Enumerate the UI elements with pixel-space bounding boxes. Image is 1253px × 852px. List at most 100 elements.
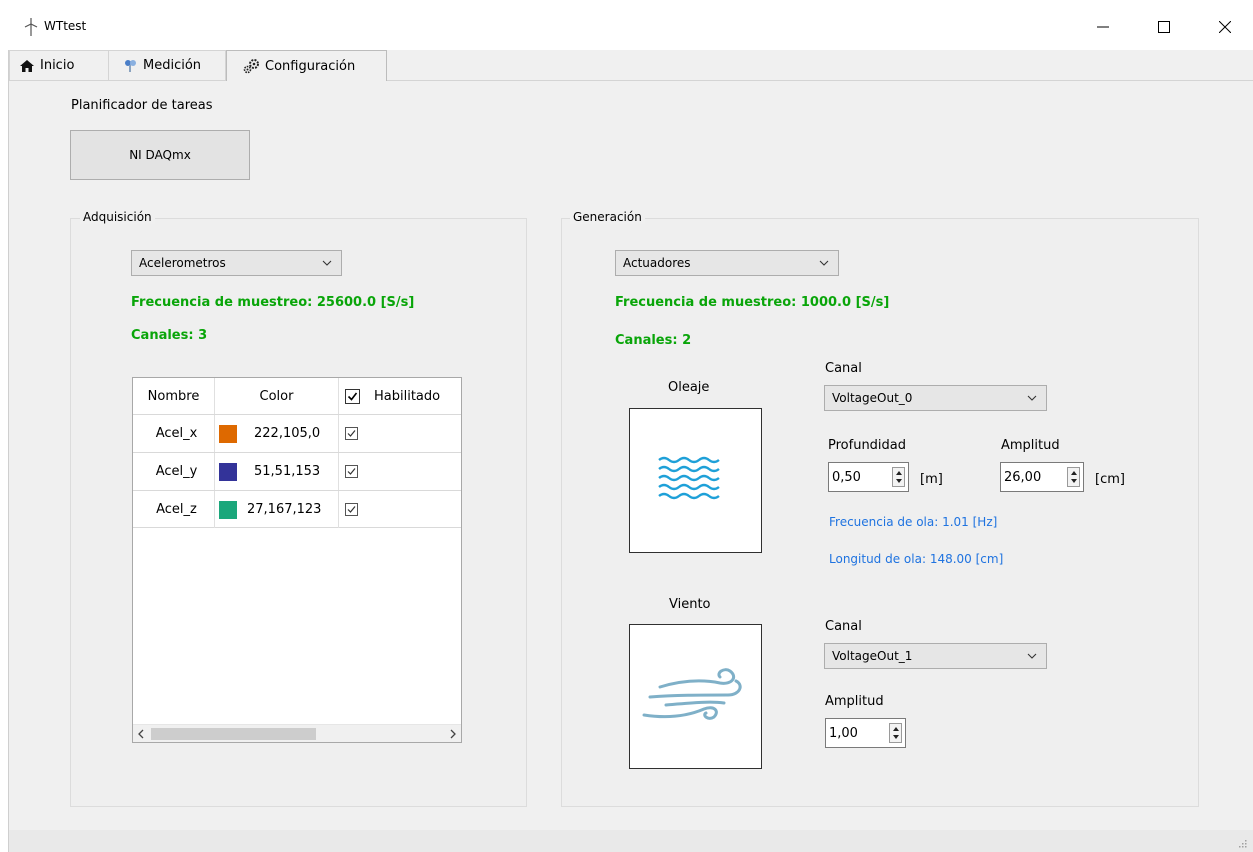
depth-label: Profundidad bbox=[828, 438, 907, 453]
cell-enabled[interactable] bbox=[339, 415, 461, 452]
cell-name: Acel_x bbox=[133, 415, 215, 452]
column-header-color[interactable]: Color bbox=[215, 378, 339, 414]
color-value: 51,51,153 bbox=[254, 464, 321, 479]
tab-label: Inicio bbox=[40, 58, 75, 73]
spin-down-icon[interactable] bbox=[1070, 478, 1078, 484]
enabled-checkbox[interactable] bbox=[345, 427, 358, 440]
title-bar bbox=[0, 0, 1253, 50]
close-button[interactable] bbox=[1202, 10, 1248, 44]
generation-group-title: Generación bbox=[570, 210, 645, 224]
wind-icon bbox=[642, 668, 742, 720]
window-border-line bbox=[8, 50, 9, 852]
color-swatch bbox=[219, 500, 237, 519]
waves-amplitude-unit: [cm] bbox=[1095, 472, 1125, 487]
spin-buttons[interactable] bbox=[892, 467, 905, 487]
close-icon bbox=[1219, 21, 1231, 33]
select-value: Actuadores bbox=[623, 256, 691, 270]
depth-spinbox[interactable]: 0,50 bbox=[828, 462, 909, 492]
tab-label: Configuración bbox=[265, 58, 356, 74]
maximize-icon bbox=[1158, 21, 1170, 33]
tab-inicio[interactable]: Inicio bbox=[9, 50, 109, 80]
waves-channel-label: Canal bbox=[825, 361, 862, 376]
acquisition-group-title: Adquisición bbox=[80, 210, 155, 224]
column-header-name[interactable]: Nombre bbox=[133, 378, 215, 414]
spin-up-icon[interactable] bbox=[892, 726, 900, 732]
horizontal-scrollbar[interactable] bbox=[133, 724, 461, 742]
minimize-button[interactable] bbox=[1080, 10, 1126, 44]
generation-channel-count: Canales: 2 bbox=[615, 333, 692, 348]
wind-turbine-icon bbox=[24, 18, 38, 36]
select-all-checkbox[interactable] bbox=[345, 388, 360, 404]
enabled-checkbox[interactable] bbox=[345, 503, 358, 516]
acquisition-sample-rate: Frecuencia de muestreo: 25600.0 [S/s] bbox=[131, 295, 415, 310]
generation-sample-rate: Frecuencia de muestreo: 1000.0 [S/s] bbox=[615, 295, 890, 310]
cell-enabled[interactable] bbox=[339, 491, 461, 528]
column-header-enabled[interactable]: Habilitado bbox=[339, 378, 461, 414]
planner-title: Planificador de tareas bbox=[71, 98, 213, 113]
gears-icon bbox=[243, 58, 261, 74]
waves-image bbox=[629, 408, 762, 553]
spin-down-icon[interactable] bbox=[895, 478, 903, 484]
color-value: 27,167,123 bbox=[247, 502, 322, 517]
resize-grip-icon[interactable] bbox=[1237, 838, 1247, 848]
acquisition-device-select[interactable]: Acelerometros bbox=[131, 250, 342, 276]
chevron-down-icon bbox=[322, 260, 332, 266]
spin-up-icon[interactable] bbox=[1070, 470, 1078, 476]
table-row[interactable]: Acel_y 51,51,153 bbox=[133, 452, 461, 490]
tab-bar-divider bbox=[9, 80, 1253, 81]
wind-image bbox=[629, 624, 762, 769]
select-value: VoltageOut_0 bbox=[832, 391, 913, 405]
chevron-down-icon bbox=[819, 260, 829, 266]
header-label: Habilitado bbox=[374, 388, 441, 404]
cell-color: 222,105,0 bbox=[215, 415, 339, 452]
table-row[interactable]: Acel_z 27,167,123 bbox=[133, 490, 461, 528]
channels-table: Nombre Color Habilitado Acel_x 222,105,0… bbox=[132, 377, 462, 743]
depth-unit: [m] bbox=[920, 472, 943, 487]
generation-device-select[interactable]: Actuadores bbox=[615, 250, 839, 276]
waves-amplitude-spinbox[interactable]: 26,00 bbox=[1000, 462, 1084, 492]
probe-icon bbox=[121, 58, 139, 74]
cell-color: 27,167,123 bbox=[215, 491, 339, 528]
table-row[interactable]: Acel_x 222,105,0 bbox=[133, 414, 461, 452]
maximize-button[interactable] bbox=[1141, 10, 1187, 44]
tab-label: Medición bbox=[143, 58, 202, 73]
select-value: Acelerometros bbox=[139, 256, 226, 270]
wind-amplitude-label: Amplitud bbox=[825, 694, 884, 709]
scroll-right-icon[interactable] bbox=[449, 729, 457, 739]
wind-amplitude-spinbox[interactable]: 1,00 bbox=[825, 718, 906, 748]
waves-channel-select[interactable]: VoltageOut_0 bbox=[824, 385, 1047, 411]
cell-name: Acel_z bbox=[133, 491, 215, 528]
minimize-icon bbox=[1097, 26, 1109, 28]
tab-medicion[interactable]: Medición bbox=[108, 50, 226, 80]
color-value: 222,105,0 bbox=[254, 426, 321, 441]
select-value: VoltageOut_1 bbox=[832, 649, 913, 663]
tab-configuracion[interactable]: Configuración bbox=[226, 50, 387, 81]
chevron-down-icon bbox=[1027, 395, 1037, 401]
ni-daqmx-button[interactable]: NI DAQmx bbox=[70, 130, 250, 180]
scrollbar-thumb[interactable] bbox=[151, 728, 316, 740]
spinbox-value: 1,00 bbox=[829, 725, 858, 741]
waves-icon bbox=[658, 456, 720, 500]
wind-title: Viento bbox=[669, 597, 711, 612]
spinbox-value: 0,50 bbox=[832, 469, 861, 485]
spin-down-icon[interactable] bbox=[892, 734, 900, 740]
scroll-left-icon[interactable] bbox=[137, 729, 145, 739]
wave-length: Longitud de ola: 148.00 [cm] bbox=[829, 552, 1004, 566]
wind-channel-label: Canal bbox=[825, 619, 862, 634]
wind-channel-select[interactable]: VoltageOut_1 bbox=[824, 643, 1047, 669]
cell-color: 51,51,153 bbox=[215, 453, 339, 490]
enabled-checkbox[interactable] bbox=[345, 465, 358, 478]
cell-enabled[interactable] bbox=[339, 453, 461, 490]
spin-buttons[interactable] bbox=[889, 723, 902, 743]
color-swatch bbox=[219, 424, 237, 443]
spin-up-icon[interactable] bbox=[895, 470, 903, 476]
cell-name: Acel_y bbox=[133, 453, 215, 490]
status-bar bbox=[9, 830, 1253, 852]
waves-amplitude-label: Amplitud bbox=[1001, 438, 1060, 453]
spin-buttons[interactable] bbox=[1067, 467, 1080, 487]
chevron-down-icon bbox=[1027, 653, 1037, 659]
color-swatch bbox=[219, 462, 237, 481]
spinbox-value: 26,00 bbox=[1004, 469, 1042, 485]
wave-frequency: Frecuencia de ola: 1.01 [Hz] bbox=[829, 515, 998, 529]
home-icon bbox=[18, 58, 36, 74]
